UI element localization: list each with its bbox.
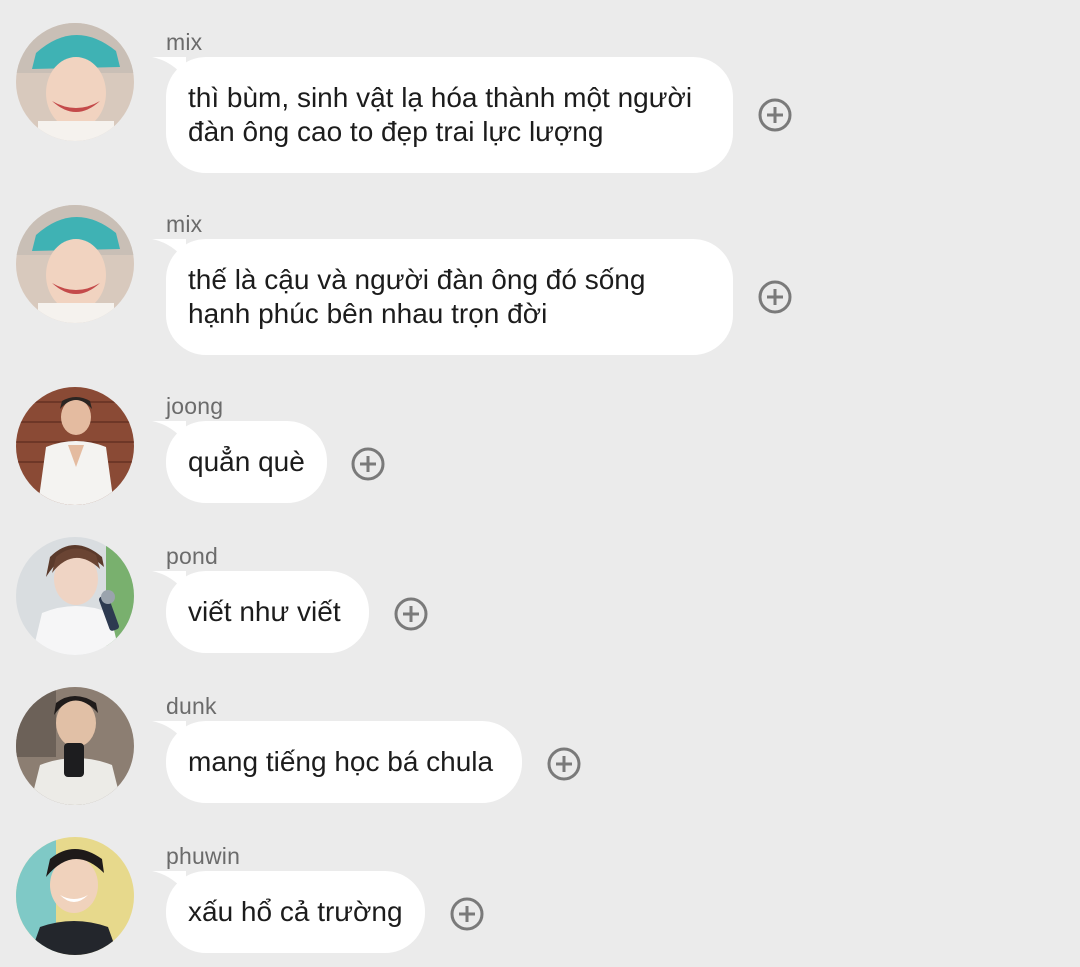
add-reaction-icon[interactable] (547, 747, 581, 781)
message-bubble[interactable]: thì bùm, sinh vật lạ hóa thành một người… (152, 57, 733, 173)
sender-name: mix (166, 211, 203, 237)
message-bubble[interactable]: quẳn què (152, 421, 327, 503)
sender-name: phuwin (166, 843, 241, 869)
add-reaction-icon[interactable] (758, 98, 792, 132)
avatar-dunk (16, 687, 134, 805)
message-text: mang tiếng học bá chula (188, 746, 494, 777)
message-bubble[interactable]: mang tiếng học bá chula (152, 721, 522, 803)
bubble-tail (152, 57, 186, 79)
sender-name: pond (166, 543, 218, 569)
avatar[interactable] (16, 387, 134, 505)
avatar[interactable] (16, 537, 134, 655)
sender-name: mix (166, 29, 203, 55)
add-reaction-icon[interactable] (450, 897, 484, 931)
avatar[interactable] (16, 687, 134, 805)
message-text: thế là cậu và người đàn ông đó sống hạnh… (188, 264, 646, 329)
bubble-tail (152, 871, 186, 893)
message-bubble[interactable]: thế là cậu và người đàn ông đó sống hạnh… (152, 239, 733, 355)
avatar[interactable] (16, 837, 134, 955)
message-text: thì bùm, sinh vật lạ hóa thành một người… (188, 82, 693, 147)
avatar[interactable] (16, 23, 134, 141)
chat-message-list: mix thì bùm, sinh vật lạ hóa thành một n… (0, 0, 1080, 967)
avatar[interactable] (16, 205, 134, 323)
avatar-mix (16, 205, 134, 323)
message-text: xấu hổ cả trường (188, 896, 403, 927)
bubble-tail (152, 571, 186, 593)
message-bubble[interactable]: viết như viết (152, 571, 369, 653)
message-text: viết như viết (188, 596, 341, 627)
sender-name: joong (166, 393, 224, 419)
add-reaction-icon[interactable] (758, 280, 792, 314)
add-reaction-icon[interactable] (394, 597, 428, 631)
avatar-mix (16, 23, 134, 141)
avatar-joong (16, 387, 134, 505)
bubble-tail (152, 239, 186, 261)
avatar-pond (16, 537, 134, 655)
sender-name: dunk (166, 693, 217, 719)
bubble-tail (152, 721, 186, 743)
message-bubble[interactable]: xấu hổ cả trường (152, 871, 425, 953)
add-reaction-icon[interactable] (351, 447, 385, 481)
avatar-phuwin (16, 837, 134, 955)
bubble-tail (152, 421, 186, 443)
message-text: quẳn què (188, 446, 305, 477)
